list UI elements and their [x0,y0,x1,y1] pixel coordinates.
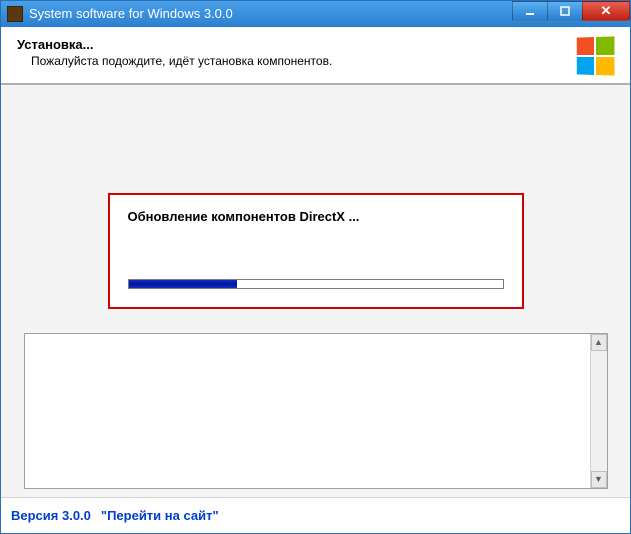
progress-panel: Обновление компонентов DirectX ... [108,193,524,309]
minimize-icon [525,6,535,16]
header-area: Установка... Пожалуйста подождите, идёт … [1,27,630,85]
windows-logo-icon [577,36,615,75]
body-area: Обновление компонентов DirectX ... ▲ ▼ [1,85,630,497]
scrollbar[interactable]: ▲ ▼ [590,334,607,488]
header-text: Установка... Пожалуйста подождите, идёт … [17,37,332,68]
progress-bar [128,279,504,289]
progress-bar-fill [129,280,237,288]
minimize-button[interactable] [512,1,548,21]
titlebar[interactable]: System software for Windows 3.0.0 ✕ [1,1,630,27]
close-icon: ✕ [601,3,612,19]
app-icon [7,6,23,22]
install-heading: Установка... [17,37,332,52]
website-link[interactable]: "Перейти на сайт" [101,508,219,523]
installer-window: System software for Windows 3.0.0 ✕ Уста… [0,0,631,534]
progress-label: Обновление компонентов DirectX ... [128,209,504,224]
version-label: Версия 3.0.0 [11,508,91,523]
window-controls: ✕ [513,1,630,21]
scroll-up-button[interactable]: ▲ [591,334,607,351]
maximize-icon [560,6,570,16]
install-subtext: Пожалуйста подождите, идёт установка ком… [31,54,332,68]
footer: Версия 3.0.0 "Перейти на сайт" [1,497,630,534]
scroll-down-button[interactable]: ▼ [591,471,607,488]
window-title: System software for Windows 3.0.0 [29,6,233,21]
close-button[interactable]: ✕ [582,1,630,21]
log-textarea[interactable]: ▲ ▼ [24,333,608,489]
maximize-button[interactable] [547,1,583,21]
